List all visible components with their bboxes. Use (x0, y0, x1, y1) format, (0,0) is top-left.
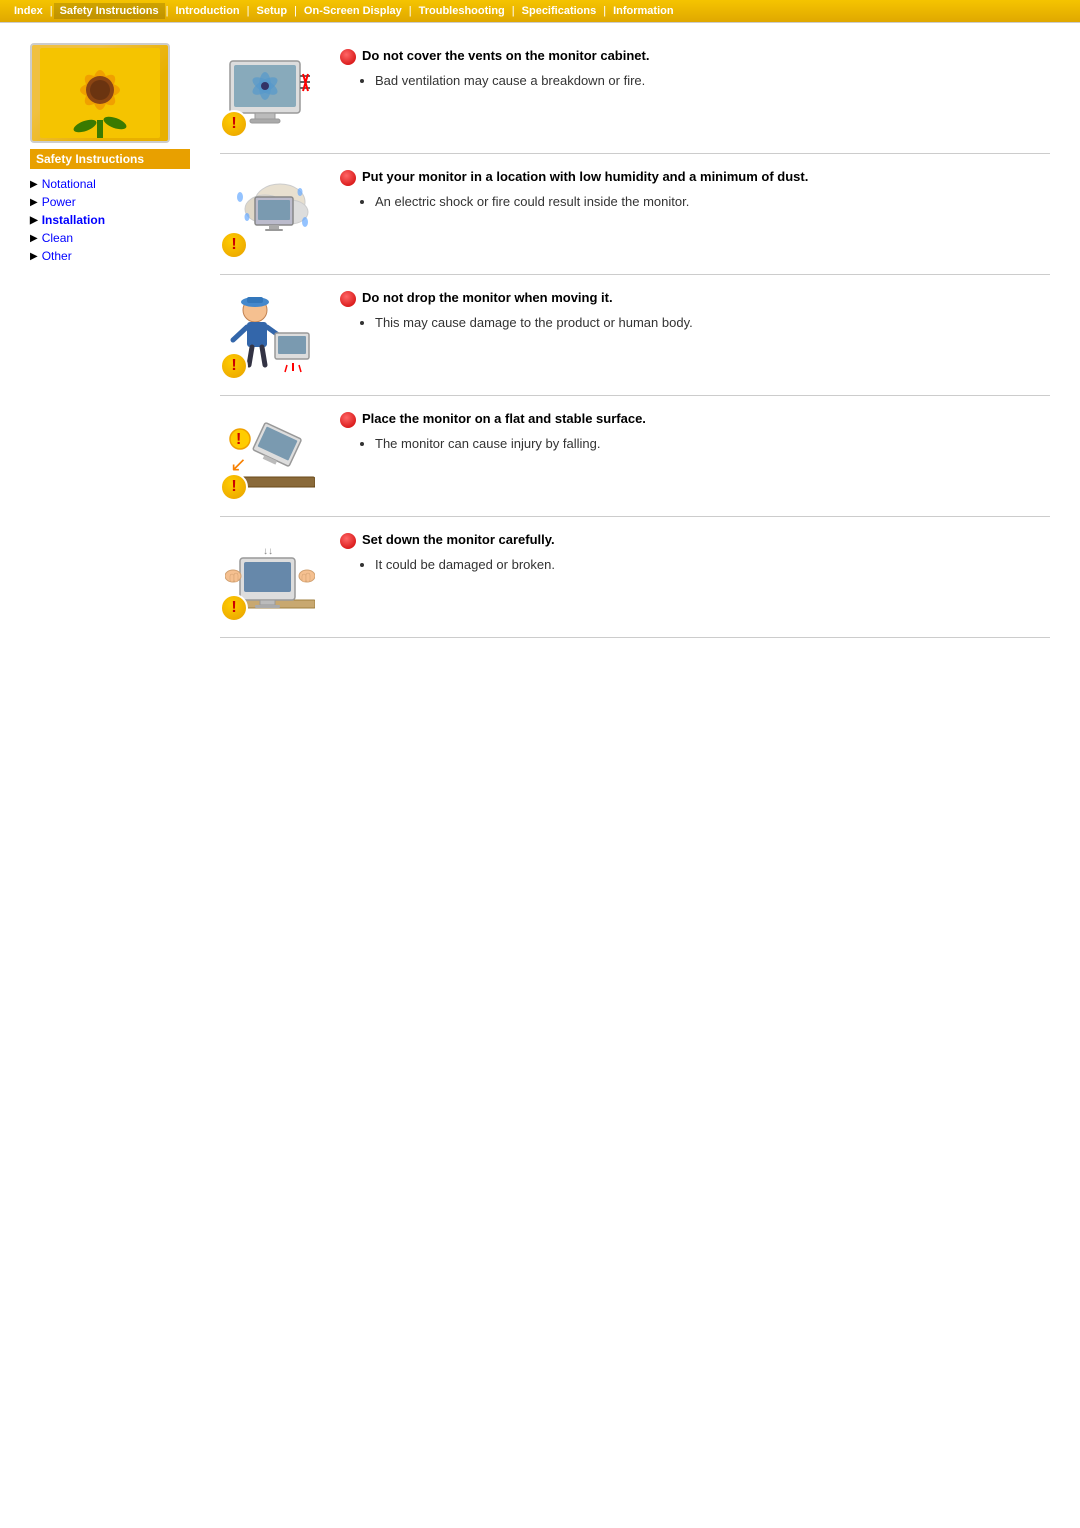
exclamation-badge-5: ! (220, 594, 248, 622)
instruction-bullet-3: This may cause damage to the product or … (340, 315, 1050, 330)
red-circle-icon-4 (340, 412, 356, 428)
instruction-text-1: Do not cover the vents on the monitor ca… (340, 48, 1050, 88)
instruction-bullet-1: Bad ventilation may cause a breakdown or… (340, 73, 1050, 88)
instruction-image-5: ↓↓ ! (220, 532, 320, 622)
instruction-item-5: ↓↓ ! Set down the monitor carefully. It … (220, 517, 1050, 638)
instruction-item-1: ! Do not cover the vents on the monitor … (220, 43, 1050, 154)
arrow-icon-installation: ▶ (30, 215, 38, 226)
sidebar-section-title: Safety Instructions (30, 149, 190, 169)
sidebar-link-notational[interactable]: ▶ Notational (30, 177, 190, 191)
instruction-item-3: ! Do not drop the monitor when moving it… (220, 275, 1050, 396)
instruction-item-4: ↙ ! ! Place the monitor on a flat and st… (220, 396, 1050, 517)
instruction-heading-2: Put your monitor in a location with low … (340, 169, 1050, 186)
red-circle-icon-1 (340, 49, 356, 65)
instruction-heading-1: Do not cover the vents on the monitor ca… (340, 48, 1050, 65)
instruction-image-3: ! (220, 290, 320, 380)
nav-setup[interactable]: Setup (251, 3, 294, 19)
nav-intro[interactable]: Introduction (169, 3, 245, 19)
sidebar-link-power[interactable]: ▶ Power (30, 195, 190, 209)
nav-troubleshoot[interactable]: Troubleshooting (413, 3, 511, 19)
instruction-text-4: Place the monitor on a flat and stable s… (340, 411, 1050, 451)
exclamation-badge-1: ! (220, 110, 248, 138)
main-container: Safety Instructions ▶ Notational ▶ Power… (0, 23, 1080, 658)
instruction-item-2: ! Put your monitor in a location with lo… (220, 154, 1050, 275)
arrow-icon-notational: ▶ (30, 179, 38, 190)
arrow-icon-other: ▶ (30, 251, 38, 262)
nav-index[interactable]: Index (8, 3, 49, 19)
svg-text:↓↓: ↓↓ (263, 546, 273, 557)
arrow-icon-clean: ▶ (30, 233, 38, 244)
instruction-image-2: ! (220, 169, 320, 259)
sidebar: Safety Instructions ▶ Notational ▶ Power… (30, 43, 190, 638)
nav-info[interactable]: Information (607, 3, 680, 19)
sidebar-monitor-image (30, 43, 170, 143)
sidebar-link-installation[interactable]: ▶ Installation (30, 213, 190, 227)
instruction-bullet-4: The monitor can cause injury by falling. (340, 436, 1050, 451)
instruction-text-5: Set down the monitor carefully. It could… (340, 532, 1050, 572)
instruction-text-2: Put your monitor in a location with low … (340, 169, 1050, 209)
instruction-heading-4: Place the monitor on a flat and stable s… (340, 411, 1050, 428)
exclamation-badge-3: ! (220, 352, 248, 380)
instruction-bullet-5: It could be damaged or broken. (340, 557, 1050, 572)
exclamation-badge-4: ! (220, 473, 248, 501)
content-area: ! Do not cover the vents on the monitor … (210, 43, 1050, 638)
instruction-image-1: ! (220, 48, 320, 138)
red-circle-icon-5 (340, 533, 356, 549)
instruction-heading-3: Do not drop the monitor when moving it. (340, 290, 1050, 307)
sidebar-link-clean[interactable]: ▶ Clean (30, 231, 190, 245)
nav-bar: Index | Safety Instructions | Introducti… (0, 0, 1080, 23)
nav-specs[interactable]: Specifications (516, 3, 603, 19)
exclamation-badge-2: ! (220, 231, 248, 259)
instruction-text-3: Do not drop the monitor when moving it. … (340, 290, 1050, 330)
arrow-icon-power: ▶ (30, 197, 38, 208)
red-circle-icon-3 (340, 291, 356, 307)
instruction-bullet-2: An electric shock or fire could result i… (340, 194, 1050, 209)
sidebar-link-other[interactable]: ▶ Other (30, 249, 190, 263)
nav-osd[interactable]: On-Screen Display (298, 3, 408, 19)
red-circle-icon-2 (340, 170, 356, 186)
svg-text:!: ! (236, 431, 241, 448)
instruction-image-4: ↙ ! ! (220, 411, 320, 501)
nav-safety[interactable]: Safety Instructions (54, 3, 165, 19)
instruction-heading-5: Set down the monitor carefully. (340, 532, 1050, 549)
